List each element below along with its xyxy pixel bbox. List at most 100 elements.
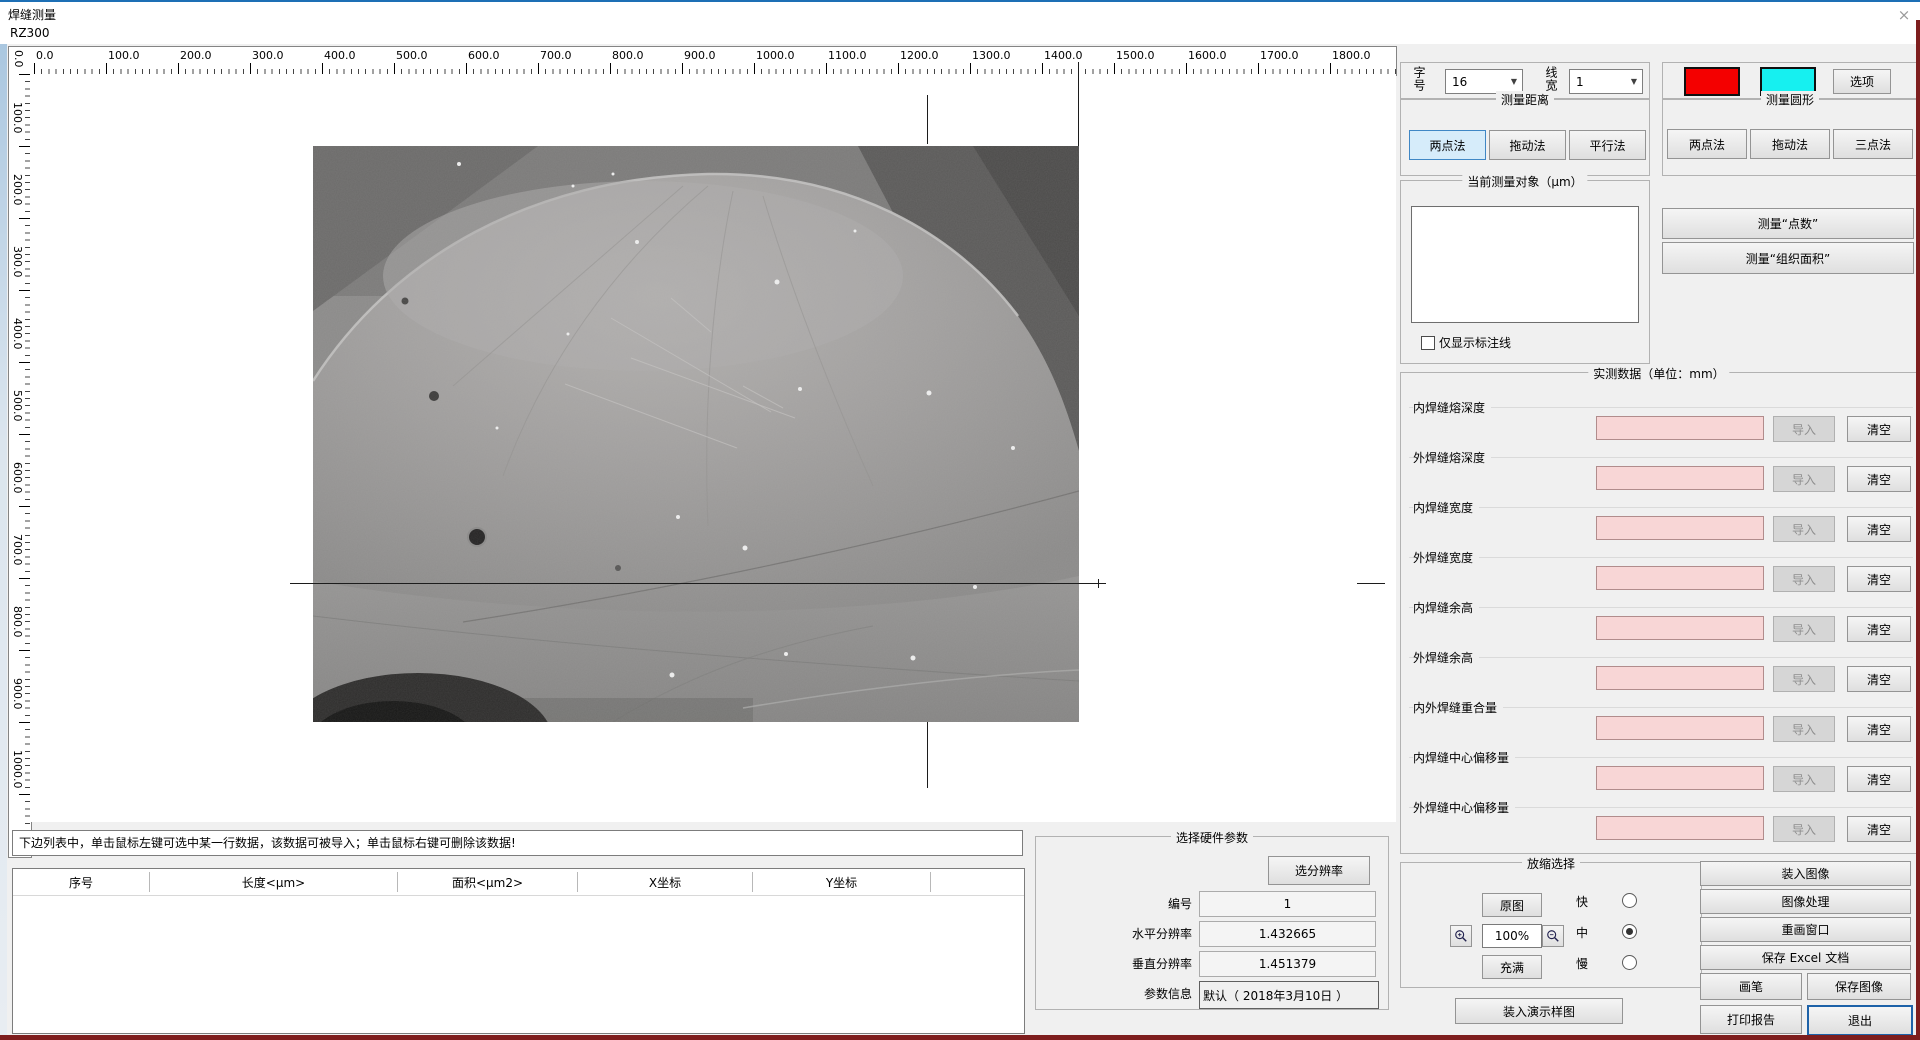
import-button[interactable]: 导入 <box>1773 666 1835 692</box>
clear-button[interactable]: 清空 <box>1847 816 1911 842</box>
hardware-field-value[interactable]: 1 <box>1199 891 1376 917</box>
measurement-value-input[interactable] <box>1596 666 1764 690</box>
fill-button[interactable]: 充满 <box>1482 955 1542 979</box>
action-button[interactable]: 图像处理 <box>1700 889 1911 914</box>
measured-row: 内焊缝余高 导入 清空 <box>1401 595 1917 645</box>
results-table[interactable]: 序号长度<μm>面积<μm2>X坐标Y坐标 <box>12 868 1025 1034</box>
action-button[interactable]: 重画窗口 <box>1700 917 1911 942</box>
clear-button[interactable]: 清空 <box>1847 716 1911 742</box>
distance-method-button[interactable]: 两点法 <box>1409 130 1486 160</box>
column-header: Y坐标 <box>753 872 931 892</box>
clear-button[interactable]: 清空 <box>1847 416 1911 442</box>
original-size-button[interactable]: 原图 <box>1482 893 1542 917</box>
ruler-top-label: 1500.0 <box>1116 49 1155 62</box>
zoom-in-button[interactable] <box>1450 925 1472 947</box>
line-width-select[interactable]: 1 ▼ <box>1569 69 1643 94</box>
chevron-down-icon: ▼ <box>1506 77 1522 86</box>
measurement-value-input[interactable] <box>1596 766 1764 790</box>
ruler-vertical: 0.0100.0200.0300.0400.0500.0600.0700.080… <box>8 74 32 858</box>
menu-item-rz300[interactable]: RZ300 <box>10 26 49 40</box>
clear-button[interactable]: 清空 <box>1847 566 1911 592</box>
font-size-value: 16 <box>1446 75 1506 89</box>
measurement-value-input[interactable] <box>1596 516 1764 540</box>
measurement-value-input[interactable] <box>1596 466 1764 490</box>
ruler-top-label: 1800.0 <box>1332 49 1371 62</box>
zoom-out-button[interactable] <box>1542 925 1564 947</box>
import-button[interactable]: 导入 <box>1773 716 1835 742</box>
close-icon[interactable]: × <box>1893 6 1915 24</box>
current-object-group: 当前测量对象（μm） 仅显示标注线 <box>1400 180 1650 364</box>
speed-radio[interactable] <box>1622 924 1637 939</box>
measurement-value-input[interactable] <box>1596 616 1764 640</box>
clear-button[interactable]: 清空 <box>1847 516 1911 542</box>
row-divider <box>1409 507 1913 508</box>
ruler-top-label: 1700.0 <box>1260 49 1299 62</box>
measurement-value-input[interactable] <box>1596 566 1764 590</box>
import-button[interactable]: 导入 <box>1773 816 1835 842</box>
zoom-out-icon <box>1546 929 1560 943</box>
measured-row-label: 内焊缝余高 <box>1413 599 1479 616</box>
print-report-button[interactable]: 打印报告 <box>1700 1005 1802 1034</box>
save-image-button[interactable]: 保存图像 <box>1807 973 1911 1000</box>
title-bar: 焊缝测量 × <box>0 2 1920 24</box>
select-resolution-button[interactable]: 选分辨率 <box>1268 856 1370 885</box>
hardware-field-value[interactable]: 1.432665 <box>1199 921 1376 947</box>
action-button[interactable]: 保存 Excel 文档 <box>1700 945 1911 970</box>
hardware-field-value[interactable]: 1.451379 <box>1199 951 1376 977</box>
circle-method-button[interactable]: 三点法 <box>1833 129 1913 159</box>
exit-button[interactable]: 退出 <box>1807 1005 1913 1036</box>
import-button[interactable]: 导入 <box>1773 466 1835 492</box>
primary-color-swatch[interactable] <box>1684 67 1740 96</box>
current-object-list[interactable] <box>1411 206 1639 323</box>
ruler-major-ticks <box>30 63 1396 74</box>
guide-horizontal-dash <box>1357 583 1385 584</box>
ruler-corner: 0.0 <box>8 46 32 76</box>
distance-method-button[interactable]: 平行法 <box>1569 130 1646 160</box>
ruler-horizontal: 0.0100.0200.0300.0400.0500.0600.0700.080… <box>30 46 1397 76</box>
image-canvas[interactable] <box>30 74 1396 822</box>
measured-row: 内焊缝熔深度 导入 清空 <box>1401 395 1917 445</box>
hardware-field-label: 垂直分辨率 <box>1132 955 1192 972</box>
options-button[interactable]: 选项 <box>1833 69 1891 94</box>
hardware-params-title: 选择硬件参数 <box>1171 829 1253 846</box>
only-show-lines-label: 仅显示标注线 <box>1439 334 1511 351</box>
action-button[interactable]: 装入图像 <box>1700 861 1911 886</box>
speed-radio[interactable] <box>1622 893 1637 908</box>
measured-row-label: 外焊缝宽度 <box>1413 549 1479 566</box>
import-button[interactable]: 导入 <box>1773 416 1835 442</box>
import-button[interactable]: 导入 <box>1773 516 1835 542</box>
zoom-select-title: 放缩选择 <box>1522 855 1580 872</box>
line-width-label: 线宽 <box>1543 66 1560 92</box>
guide-vertical-bottom <box>927 722 928 788</box>
import-button[interactable]: 导入 <box>1773 616 1835 642</box>
measured-row-label: 外焊缝熔深度 <box>1413 449 1491 466</box>
clear-button[interactable]: 清空 <box>1847 766 1911 792</box>
measurement-value-input[interactable] <box>1596 816 1764 840</box>
distance-method-button[interactable]: 拖动法 <box>1489 130 1566 160</box>
measure-area-button[interactable]: 测量“组织面积” <box>1662 242 1914 274</box>
clear-button[interactable]: 清空 <box>1847 666 1911 692</box>
import-button[interactable]: 导入 <box>1773 766 1835 792</box>
circle-method-button[interactable]: 拖动法 <box>1750 129 1830 159</box>
right-edge-bar <box>1916 20 1920 1035</box>
clear-button[interactable]: 清空 <box>1847 466 1911 492</box>
guide-vertical-right-edge <box>1078 62 1079 146</box>
column-header: 面积<μm2> <box>398 872 578 892</box>
ruler-top-label: 600.0 <box>468 49 500 62</box>
only-show-lines-checkbox[interactable] <box>1421 336 1435 350</box>
hardware-field-value[interactable]: 默认（ 2018年3月10日 ） <box>1199 981 1379 1009</box>
bottom-edge-bar <box>0 1035 1920 1040</box>
measurement-value-input[interactable] <box>1596 716 1764 740</box>
clear-button[interactable]: 清空 <box>1847 616 1911 642</box>
zoom-percent-field[interactable]: 100% <box>1482 924 1542 948</box>
measure-points-button[interactable]: 测量“点数” <box>1662 208 1914 239</box>
load-demo-button[interactable]: 装入演示样图 <box>1455 998 1623 1024</box>
pen-button[interactable]: 画笔 <box>1700 973 1802 1000</box>
circle-method-button[interactable]: 两点法 <box>1667 129 1747 159</box>
measured-row-label: 外焊缝余高 <box>1413 649 1479 666</box>
measured-row-label: 内外焊缝重合量 <box>1413 699 1503 716</box>
speed-radio[interactable] <box>1622 955 1637 970</box>
measurement-value-input[interactable] <box>1596 416 1764 440</box>
import-button[interactable]: 导入 <box>1773 566 1835 592</box>
column-header: 序号 <box>13 872 150 892</box>
